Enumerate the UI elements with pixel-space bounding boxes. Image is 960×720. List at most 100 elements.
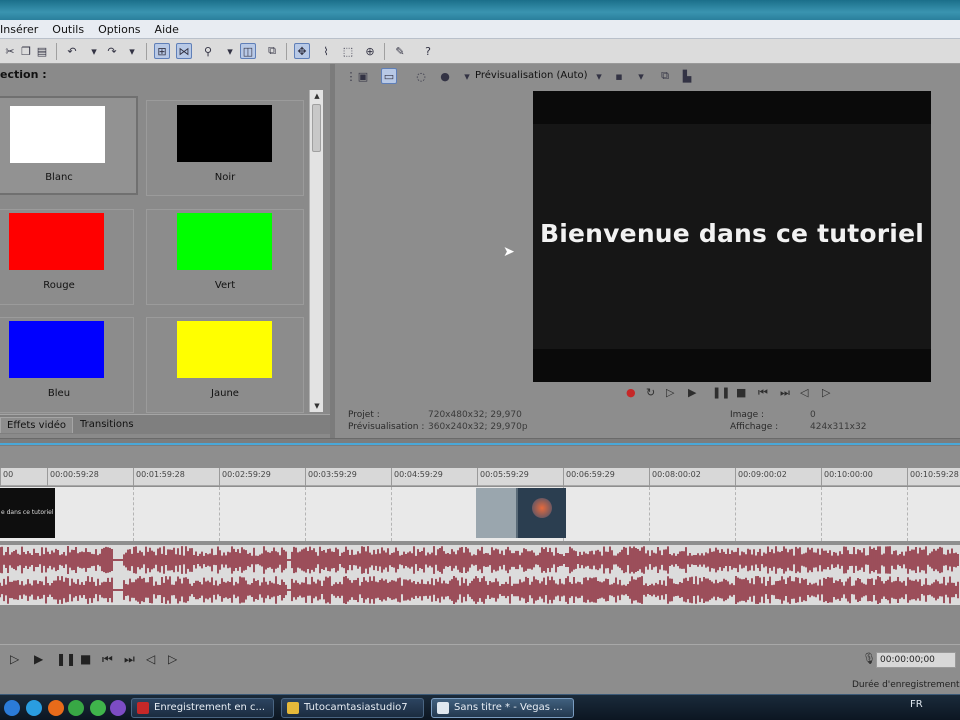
scroll-up-icon[interactable]: ▲ (310, 90, 324, 102)
app-icon[interactable] (90, 700, 106, 716)
stop-icon[interactable]: ■ (80, 652, 91, 666)
stop-icon[interactable]: ■ (736, 386, 746, 399)
previous-frame-icon[interactable]: ◁ (800, 386, 808, 399)
affichage-value: 424x311x32 (810, 422, 867, 432)
cut-icon[interactable]: ✂ (2, 43, 18, 59)
microphone-icon[interactable]: 🎙 (862, 652, 876, 665)
time-ruler[interactable]: 00 00:00:59:28 00:01:59:28 00:02:59:29 0… (0, 468, 960, 486)
clip-thumbnail-glow (532, 498, 552, 518)
paste-icon[interactable]: ▤ (34, 43, 50, 59)
envelope-dropdown-icon[interactable]: ▾ (222, 43, 238, 59)
ruler-tick: 00:01:59:28 (136, 470, 185, 479)
record-duration-label: Durée d'enregistrement (852, 680, 960, 690)
overlays-dropdown-icon[interactable]: ▾ (633, 68, 649, 84)
tab-effets-video[interactable]: Effets vidéo (0, 417, 73, 433)
auto-ripple-icon[interactable]: ⋈ (176, 43, 192, 59)
go-to-start-icon[interactable]: ⏮ (102, 652, 113, 667)
save-snapshot-icon[interactable]: ▙ (679, 68, 695, 84)
external-monitor-icon[interactable]: ▭ (381, 68, 397, 84)
timeline-footer (0, 605, 960, 644)
next-frame-icon[interactable]: ▷ (822, 386, 830, 399)
ruler-tick: 00:10:59:28 (910, 470, 959, 479)
redo-icon[interactable]: ↷ (104, 43, 120, 59)
video-preview: Bienvenue dans ce tutoriel (533, 91, 931, 382)
scroll-down-icon[interactable]: ▼ (310, 400, 324, 412)
refresh-icon[interactable] (68, 700, 84, 716)
ruler-tick: 00:03:59:29 (308, 470, 357, 479)
ie-icon[interactable] (4, 700, 20, 716)
scroll-thumb[interactable] (312, 104, 321, 152)
swatch-cell-rouge[interactable]: Rouge (0, 209, 134, 305)
record-icon[interactable]: ● (626, 386, 636, 399)
ruler-tick: 00:06:59:29 (566, 470, 615, 479)
pause-icon[interactable]: ❚❚ (712, 386, 730, 399)
go-to-end-icon[interactable]: ⏭ (124, 652, 135, 667)
split-screen-icon[interactable]: ● (437, 68, 453, 84)
video-clip-screen[interactable] (476, 488, 566, 538)
menu-options[interactable]: Options (92, 23, 148, 36)
swatch-label: Jaune (211, 388, 239, 399)
preview-quality-select[interactable]: Prévisualisation (Auto) (475, 70, 588, 81)
swatch-cell-noir[interactable]: Noir (146, 100, 304, 196)
taskbar-item-vegas[interactable]: Sans titre * - Vegas ... (431, 698, 574, 718)
language-indicator[interactable]: FR (910, 699, 923, 710)
selection-tool-icon[interactable]: ⬚ (340, 43, 356, 59)
projet-value: 720x480x32; 29,970 (428, 410, 522, 420)
ruler-tick: 00:00:59:28 (50, 470, 99, 479)
envelope-tool-icon[interactable]: ⌇ (318, 43, 334, 59)
play-from-start-icon[interactable]: ▷ (10, 652, 19, 666)
copy-snapshot-icon[interactable]: ⧉ (657, 68, 673, 84)
play-from-start-icon[interactable]: ▷ (666, 386, 674, 399)
menu-outils[interactable]: Outils (46, 23, 92, 36)
quicklaunch-icon[interactable] (110, 700, 126, 716)
swatch-cell-jaune[interactable]: Jaune (146, 317, 304, 413)
snapping-icon[interactable]: ⊞ (154, 43, 170, 59)
pause-icon[interactable]: ❚❚ (56, 652, 76, 666)
undo-icon[interactable]: ↶ (64, 43, 80, 59)
undo-dropdown-icon[interactable]: ▾ (86, 43, 102, 59)
quality-select-arrow-icon[interactable]: ▾ (591, 68, 607, 84)
previous-frame-icon[interactable]: ◁ (146, 652, 155, 666)
previsualisation-label: Prévisualisation : (348, 422, 425, 432)
preview-properties-icon[interactable]: ▣ (355, 68, 371, 84)
browser-icon[interactable] (26, 700, 42, 716)
tab-transitions[interactable]: Transitions (74, 417, 140, 433)
ruler-tick: 00:08:00:02 (652, 470, 701, 479)
panel-divider[interactable] (330, 64, 335, 438)
firefox-icon[interactable] (48, 700, 64, 716)
taskbar-item-recording[interactable]: Enregistrement en c... (131, 698, 274, 718)
normal-edit-tool-icon[interactable]: ✥ (294, 43, 310, 59)
lock-envelopes-icon[interactable]: ⚲ (200, 43, 216, 59)
time-display: 00:00:00;00 (876, 652, 956, 668)
swatch-cell-vert[interactable]: Vert (146, 209, 304, 305)
audio-track-right[interactable] (0, 575, 960, 605)
clip-thumbnail (476, 488, 516, 538)
effects-icon[interactable]: ◌ (413, 68, 429, 84)
redo-dropdown-icon[interactable]: ▾ (124, 43, 140, 59)
ignore-grouping-icon[interactable]: ◫ (240, 43, 256, 59)
audio-track-left[interactable] (0, 545, 960, 575)
zoom-tool-icon[interactable]: ⊕ (362, 43, 378, 59)
properties-icon[interactable]: ✎ (392, 43, 408, 59)
help-icon[interactable]: ? (420, 43, 436, 59)
taskbar-item-folder[interactable]: Tutocamtasiastudio7 (281, 698, 424, 718)
group-icon[interactable]: ⧉ (264, 43, 280, 59)
quality-dropdown-icon[interactable]: ▾ (459, 68, 475, 84)
loop-icon[interactable]: ↻ (646, 386, 655, 399)
swatch-label: Rouge (43, 280, 75, 291)
go-to-end-icon[interactable]: ⏭ (780, 386, 790, 400)
swatch-scrollbar[interactable]: ▲ ▼ (309, 90, 323, 412)
copy-icon[interactable]: ❐ (18, 43, 34, 59)
menu-inserer[interactable]: Insérer (0, 23, 46, 36)
next-frame-icon[interactable]: ▷ (168, 652, 177, 666)
swatch-cell-bleu[interactable]: Bleu (0, 317, 134, 413)
menu-aide[interactable]: Aide (149, 23, 187, 36)
swatch-cell-blanc[interactable]: Blanc (0, 96, 138, 195)
swatch-label: Vert (214, 280, 236, 291)
overlays-icon[interactable]: ▪ (611, 68, 627, 84)
play-icon[interactable]: ▶ (34, 652, 43, 666)
video-clip-title[interactable]: e dans ce tutoriel (0, 488, 55, 538)
play-icon[interactable]: ▶ (688, 386, 696, 399)
timeline-splitter[interactable] (0, 438, 960, 446)
go-to-start-icon[interactable]: ⏮ (758, 386, 768, 400)
